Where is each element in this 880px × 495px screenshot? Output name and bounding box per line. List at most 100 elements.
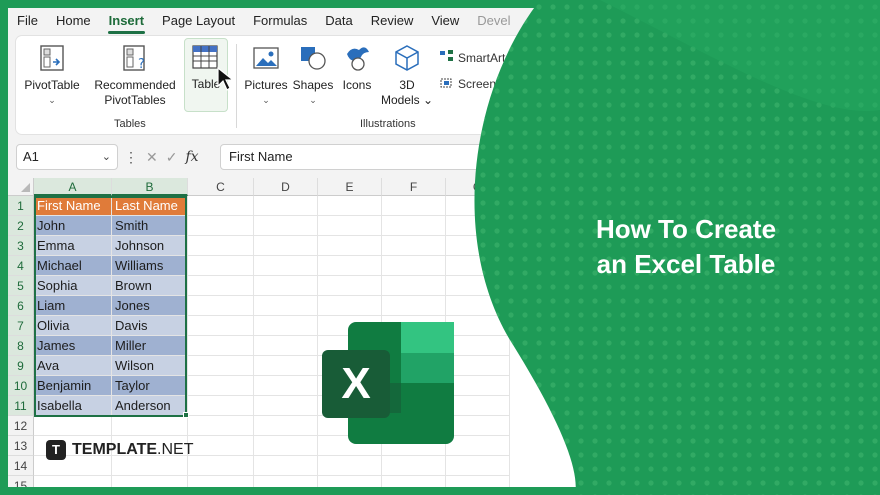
icons-button[interactable]: Icons	[338, 42, 376, 93]
cell[interactable]	[188, 216, 254, 236]
pivottable-button[interactable]: PivotTable ⌄	[22, 42, 82, 108]
column-header-g[interactable]: G	[446, 178, 510, 196]
cell[interactable]	[318, 276, 382, 296]
pictures-button[interactable]: Pictures ⌄	[242, 42, 290, 108]
cell[interactable]	[382, 276, 446, 296]
menu-home[interactable]: Home	[47, 8, 100, 34]
cell[interactable]	[254, 436, 318, 456]
cell[interactable]	[318, 476, 382, 487]
3d-models-button[interactable]: 3D Models ⌄	[380, 42, 434, 108]
screenshot-button[interactable]: Screenshot ⌄	[440, 76, 530, 91]
row-header-10[interactable]: 10	[8, 376, 34, 396]
cell[interactable]	[188, 296, 254, 316]
formula-input[interactable]: First Name	[220, 144, 580, 170]
cell[interactable]	[254, 336, 318, 356]
cell[interactable]	[446, 296, 510, 316]
cell[interactable]	[188, 316, 254, 336]
menu-page-layout[interactable]: Page Layout	[153, 8, 244, 34]
insert-function-icon[interactable]: fx	[185, 149, 198, 165]
cell[interactable]	[254, 316, 318, 336]
cell[interactable]	[382, 196, 446, 216]
menu-insert[interactable]: Insert	[100, 8, 153, 34]
row-header-13[interactable]: 13	[8, 436, 34, 456]
name-box[interactable]: A1 ⌄	[16, 144, 118, 170]
row-header-2[interactable]: 2	[8, 216, 34, 236]
cell[interactable]	[318, 216, 382, 236]
cell[interactable]	[254, 256, 318, 276]
cell[interactable]	[382, 296, 446, 316]
cell[interactable]	[446, 196, 510, 216]
row-header-14[interactable]: 14	[8, 456, 34, 476]
cell[interactable]	[446, 236, 510, 256]
cell[interactable]	[188, 476, 254, 487]
cell[interactable]	[188, 456, 254, 476]
cell[interactable]	[188, 436, 254, 456]
cell[interactable]	[254, 476, 318, 487]
cell[interactable]	[446, 476, 510, 487]
cell[interactable]	[254, 376, 318, 396]
row-header-3[interactable]: 3	[8, 236, 34, 256]
cell[interactable]	[318, 196, 382, 216]
cell[interactable]	[318, 456, 382, 476]
column-header-f[interactable]: F	[382, 178, 446, 196]
cell[interactable]	[188, 416, 254, 436]
cell[interactable]	[318, 236, 382, 256]
cell[interactable]	[188, 336, 254, 356]
cell[interactable]	[188, 396, 254, 416]
cell[interactable]	[188, 256, 254, 276]
cell[interactable]	[254, 456, 318, 476]
cell[interactable]	[254, 356, 318, 376]
row-header-9[interactable]: 9	[8, 356, 34, 376]
cell[interactable]	[188, 376, 254, 396]
cell[interactable]	[446, 276, 510, 296]
cell[interactable]	[382, 236, 446, 256]
cell[interactable]	[188, 196, 254, 216]
recommended-pivottables-button[interactable]: ? Recommended PivotTables	[90, 42, 180, 108]
cell[interactable]	[188, 236, 254, 256]
menu-review[interactable]: Review	[362, 8, 423, 34]
menu-formulas[interactable]: Formulas	[244, 8, 316, 34]
cell[interactable]	[112, 416, 188, 436]
menu-view[interactable]: View	[422, 8, 468, 34]
enter-icon[interactable]: ✓	[166, 149, 178, 166]
row-header-7[interactable]: 7	[8, 316, 34, 336]
row-header-6[interactable]: 6	[8, 296, 34, 316]
cell[interactable]	[254, 236, 318, 256]
cell[interactable]	[446, 216, 510, 236]
menu-file[interactable]: File	[8, 8, 47, 34]
column-header-b[interactable]: B	[112, 178, 188, 196]
cell[interactable]	[382, 256, 446, 276]
cell[interactable]	[254, 276, 318, 296]
column-header-c[interactable]: C	[188, 178, 254, 196]
more-options-icon[interactable]: ⋮	[124, 149, 138, 166]
menu-data[interactable]: Data	[316, 8, 361, 34]
cancel-icon[interactable]: ✕	[146, 149, 158, 166]
menu-developer[interactable]: Devel	[468, 8, 519, 34]
cell[interactable]	[34, 416, 112, 436]
row-header-15[interactable]: 15	[8, 476, 34, 487]
smartart-button[interactable]: SmartArt	[440, 50, 505, 65]
row-header-8[interactable]: 8	[8, 336, 34, 356]
cell[interactable]	[382, 476, 446, 487]
row-header-4[interactable]: 4	[8, 256, 34, 276]
cell[interactable]	[446, 456, 510, 476]
cell[interactable]	[112, 476, 188, 487]
cell[interactable]	[254, 396, 318, 416]
row-header-1[interactable]: 1	[8, 196, 34, 216]
column-header-d[interactable]: D	[254, 178, 318, 196]
column-header-e[interactable]: E	[318, 178, 382, 196]
cell[interactable]	[382, 456, 446, 476]
cell[interactable]	[254, 416, 318, 436]
cell[interactable]	[382, 216, 446, 236]
cell[interactable]	[446, 256, 510, 276]
row-header-5[interactable]: 5	[8, 276, 34, 296]
cell[interactable]	[34, 476, 112, 487]
select-all-corner[interactable]	[8, 178, 34, 196]
row-header-12[interactable]: 12	[8, 416, 34, 436]
fill-handle[interactable]	[183, 412, 189, 418]
row-header-11[interactable]: 11	[8, 396, 34, 416]
column-header-a[interactable]: A	[34, 178, 112, 196]
cell[interactable]	[318, 256, 382, 276]
shapes-button[interactable]: Shapes ⌄	[292, 42, 334, 108]
cell[interactable]	[254, 196, 318, 216]
